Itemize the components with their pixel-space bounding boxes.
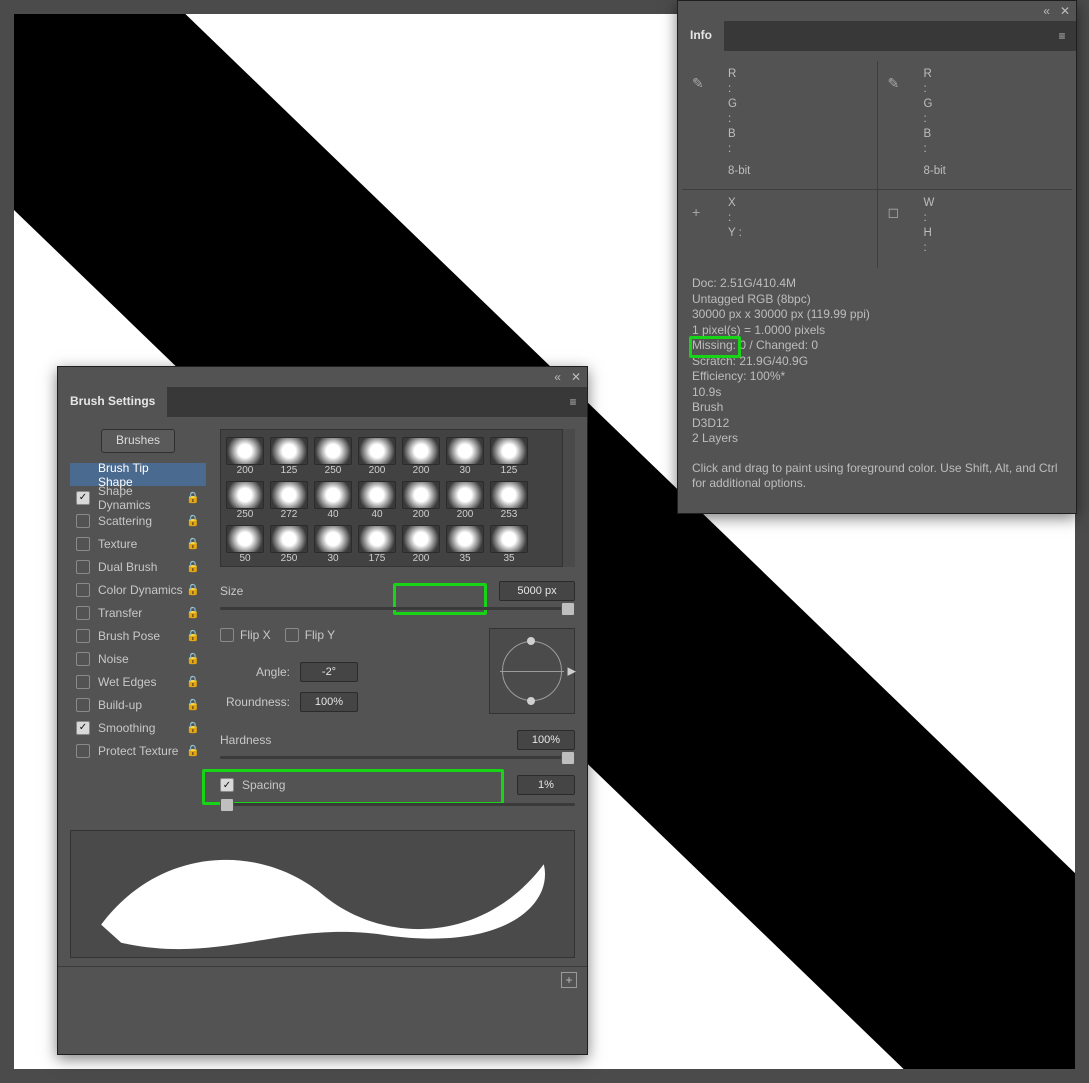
angle-control[interactable]: ▶ <box>489 628 575 714</box>
info-panel: « ✕ Info ≡ ✎ R : G : B : 8-bit ✎ R : G : <box>677 0 1077 514</box>
wh-readout: W : H : <box>924 196 1063 256</box>
angle-label: Angle: <box>220 665 290 679</box>
eyedropper-icon: ✎ <box>888 75 900 92</box>
panel-menu-icon[interactable]: ≡ <box>1048 21 1076 51</box>
brush-thumb[interactable]: 50 <box>223 520 267 564</box>
brush-thumb[interactable]: 30 <box>443 432 487 476</box>
brush-option-build-up[interactable]: Build-up🔒 <box>70 693 206 716</box>
roundness-label: Roundness: <box>220 695 290 709</box>
brush-thumb[interactable]: 250 <box>267 520 311 564</box>
brush-thumb[interactable]: 250 <box>311 432 355 476</box>
size-input[interactable]: 5000 px <box>499 581 575 601</box>
close-icon[interactable]: ✕ <box>1060 4 1070 18</box>
brush-option-color-dynamics[interactable]: Color Dynamics🔒 <box>70 578 206 601</box>
spacing-input[interactable]: 1% <box>517 775 575 795</box>
brush-thumb[interactable]: 200 <box>223 432 267 476</box>
brush-thumb[interactable]: 40 <box>355 476 399 520</box>
flip-y-checkbox[interactable]: Flip Y <box>285 628 335 642</box>
brush-option-wet-edges[interactable]: Wet Edges🔒 <box>70 670 206 693</box>
hardness-label: Hardness <box>220 733 290 747</box>
panel-menu-icon[interactable]: ≡ <box>559 387 587 417</box>
brush-option-smoothing[interactable]: ✓Smoothing🔒 <box>70 716 206 739</box>
brush-option-protect-texture[interactable]: Protect Texture🔒 <box>70 739 206 762</box>
collapse-icon[interactable]: « <box>1043 4 1050 18</box>
brush-option-texture[interactable]: Texture🔒 <box>70 532 206 555</box>
new-preset-icon[interactable]: + <box>561 972 577 988</box>
brush-thumb[interactable]: 30 <box>311 520 355 564</box>
size-slider[interactable] <box>220 607 575 610</box>
flip-x-checkbox[interactable]: Flip X <box>220 628 271 642</box>
rgb-readout-1: R : G : B : <box>728 67 867 157</box>
brush-option-dual-brush[interactable]: Dual Brush🔒 <box>70 555 206 578</box>
brush-option-transfer[interactable]: Transfer🔒 <box>70 601 206 624</box>
brush-thumb[interactable]: 125 <box>487 432 531 476</box>
tool-tip-text: Click and drag to paint using foreground… <box>678 447 1076 491</box>
brush-thumb[interactable]: 35 <box>443 520 487 564</box>
brush-thumb[interactable]: 253 <box>487 476 531 520</box>
collapse-icon[interactable]: « <box>554 370 561 384</box>
angle-input[interactable]: -2° <box>300 662 358 682</box>
brush-thumb[interactable]: 40 <box>311 476 355 520</box>
brush-preview <box>70 830 575 958</box>
brush-settings-panel: « ✕ Brush Settings ≡ Brushes Brush Tip S… <box>57 366 588 1055</box>
brush-thumb[interactable]: 125 <box>267 432 311 476</box>
crosshair-icon: + <box>692 204 700 220</box>
brush-option-noise[interactable]: Noise🔒 <box>70 647 206 670</box>
brush-thumb[interactable]: 200 <box>355 432 399 476</box>
brush-option-brush-pose[interactable]: Brush Pose🔒 <box>70 624 206 647</box>
document-status-text: Doc: 2.51G/410.4MUntagged RGB (8bpc)3000… <box>678 268 1076 447</box>
thumb-scrollbar[interactable] <box>562 429 575 567</box>
hardness-input[interactable]: 100% <box>517 730 575 750</box>
spacing-slider[interactable] <box>220 803 575 806</box>
brush-thumb[interactable]: 175 <box>355 520 399 564</box>
brush-thumb[interactable]: 250 <box>223 476 267 520</box>
size-label: Size <box>220 584 290 598</box>
brush-thumb-grid[interactable]: 2001252502002003012525027240402002002535… <box>220 429 575 567</box>
dimensions-icon: ◻ <box>888 204 900 221</box>
info-tab[interactable]: Info <box>678 21 724 51</box>
brush-settings-tab[interactable]: Brush Settings <box>58 387 167 417</box>
close-icon[interactable]: ✕ <box>571 370 581 384</box>
spacing-checkbox[interactable]: ✓ Spacing <box>220 778 285 792</box>
brushes-button[interactable]: Brushes <box>101 429 175 453</box>
rgb-readout-2: R : G : B : <box>924 67 1063 157</box>
brush-thumb[interactable]: 272 <box>267 476 311 520</box>
brush-option-scattering[interactable]: Scattering🔒 <box>70 509 206 532</box>
hardness-slider[interactable] <box>220 756 575 759</box>
eyedropper-icon: ✎ <box>692 75 704 92</box>
brush-thumb[interactable]: 200 <box>399 476 443 520</box>
brush-thumb[interactable]: 35 <box>487 520 531 564</box>
roundness-input[interactable]: 100% <box>300 692 358 712</box>
brush-option-shape-dynamics[interactable]: ✓Shape Dynamics🔒 <box>70 486 206 509</box>
brush-thumb[interactable]: 200 <box>399 520 443 564</box>
brush-thumb[interactable]: 200 <box>399 432 443 476</box>
brush-thumb[interactable]: 200 <box>443 476 487 520</box>
xy-readout: X : Y : <box>728 196 867 241</box>
